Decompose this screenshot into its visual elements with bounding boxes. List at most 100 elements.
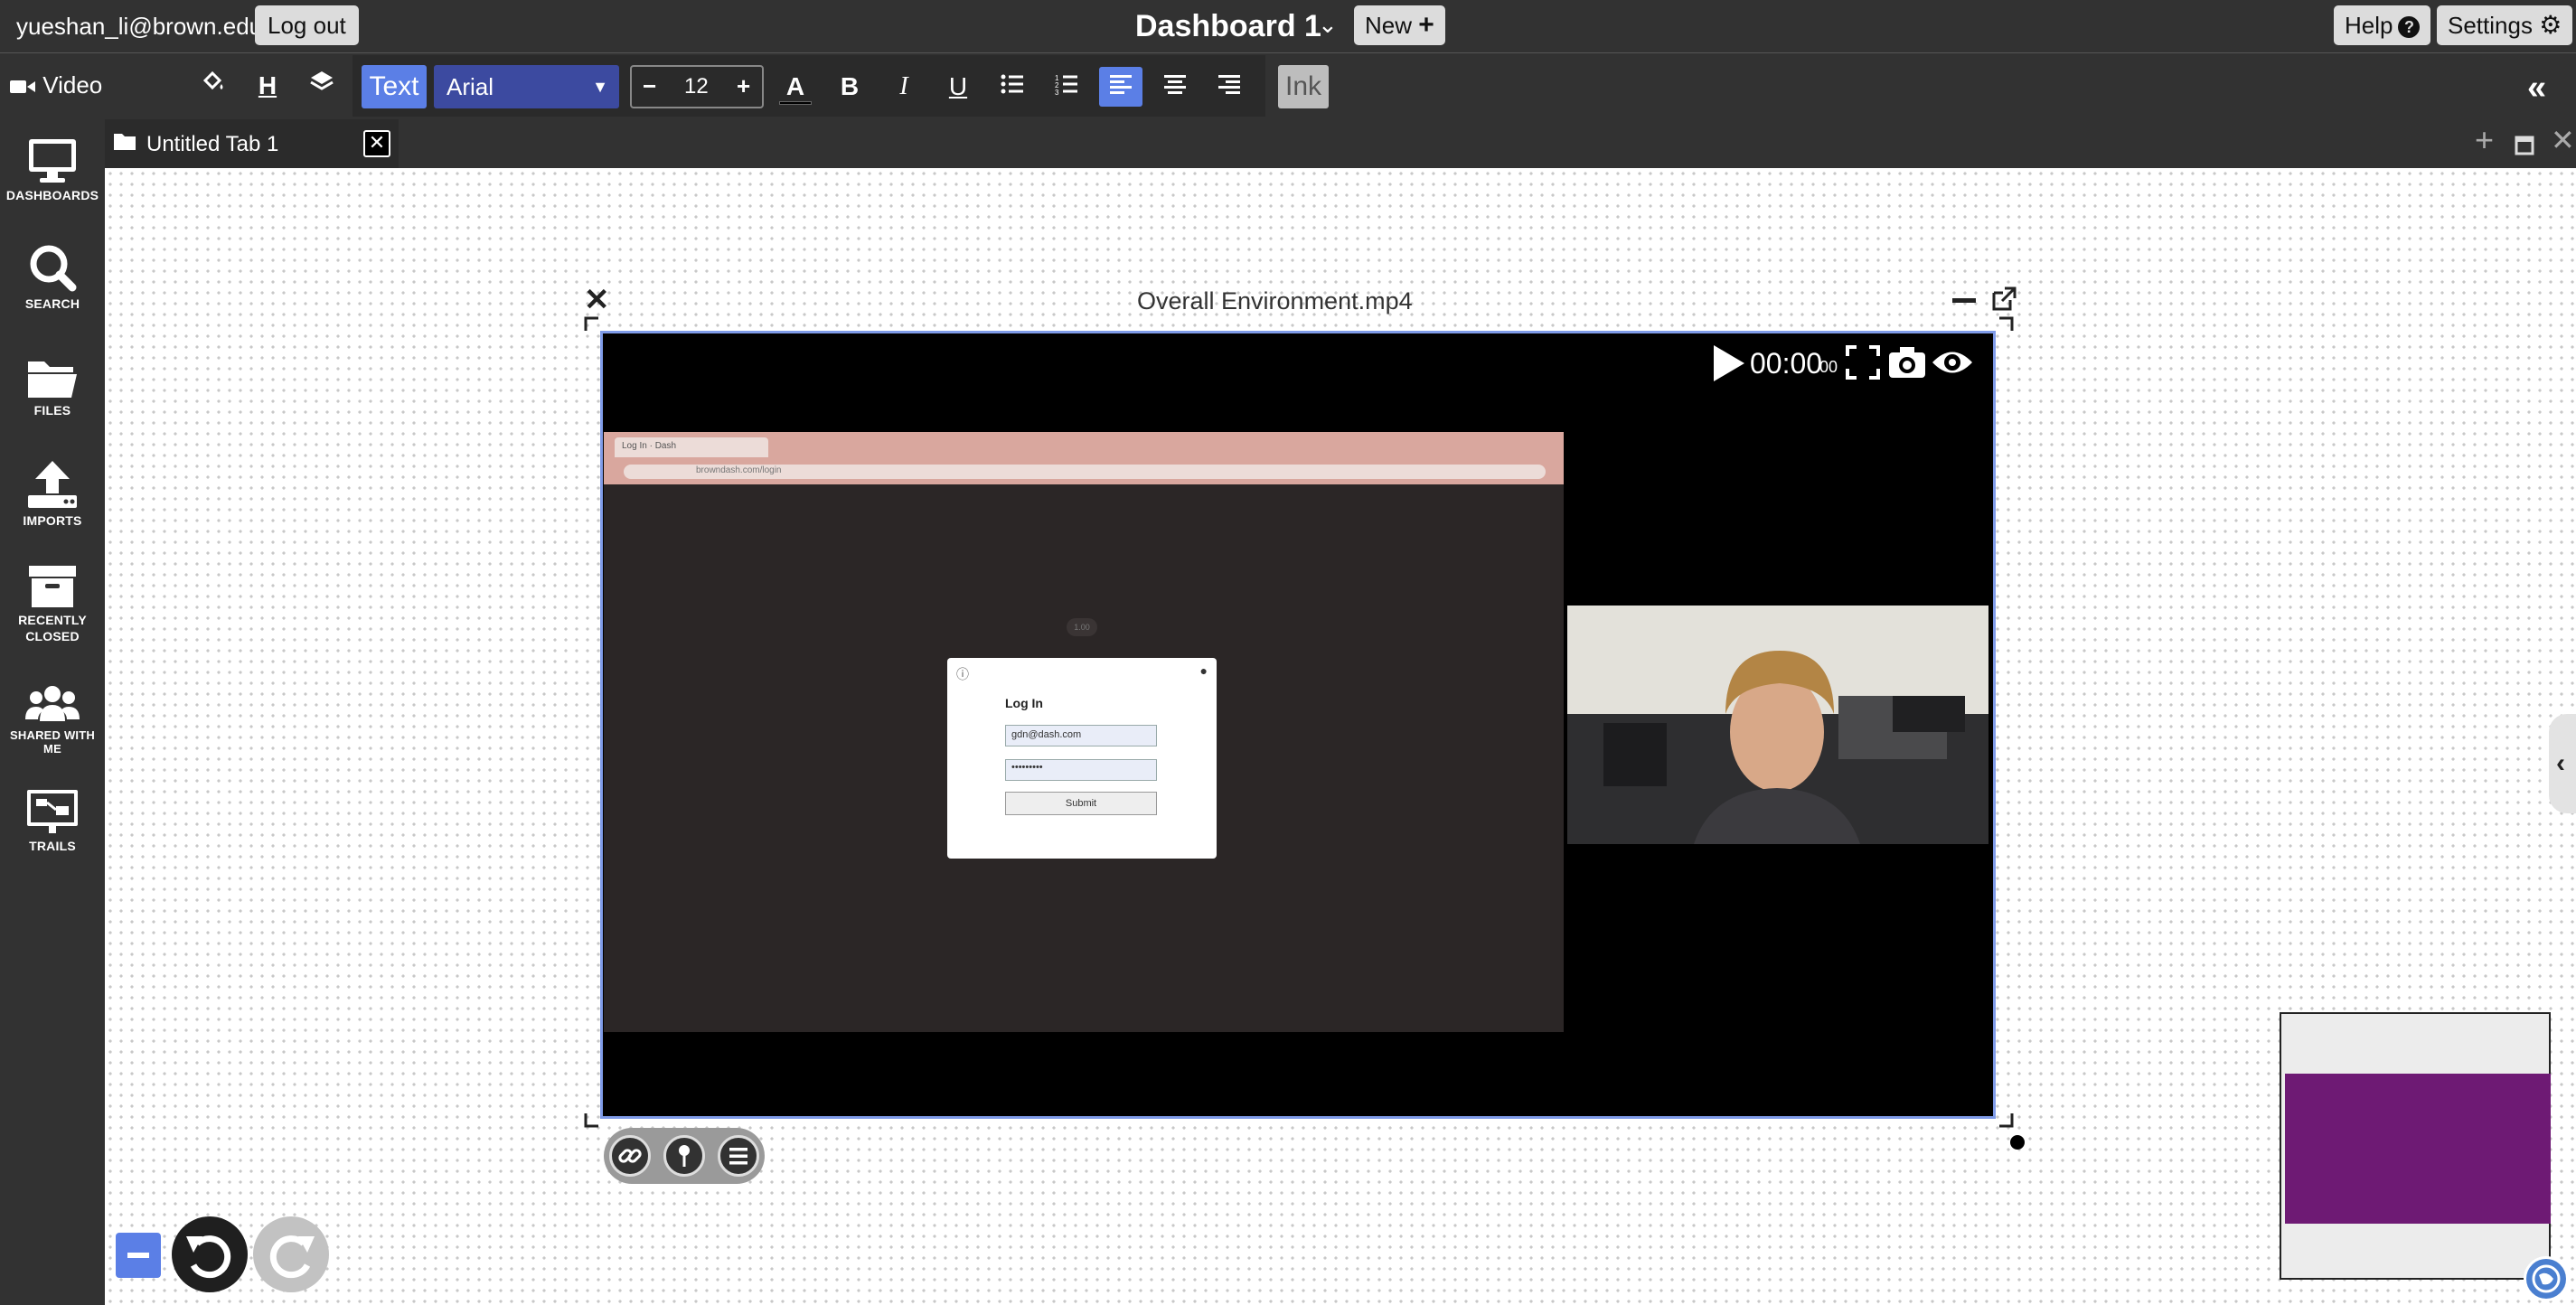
upload-icon	[28, 461, 77, 508]
question-circle-icon: ⓘ	[956, 667, 969, 681]
add-pane-icon[interactable]: +	[2475, 121, 2494, 159]
archive-icon	[29, 566, 76, 607]
double-chevron-left-icon[interactable]: «	[2527, 69, 2546, 108]
layers-icon[interactable]	[304, 68, 340, 104]
close-document-icon[interactable]: ✕	[584, 282, 610, 318]
video-camera-icon	[10, 80, 35, 94]
monitor-icon	[29, 139, 76, 183]
folder-icon	[28, 361, 77, 398]
trails-icon	[27, 790, 78, 833]
play-icon[interactable]	[1710, 343, 1746, 383]
sidebar-item-trails[interactable]: TRAILS	[0, 788, 105, 853]
open-in-new-icon[interactable]	[1990, 286, 2017, 313]
link-icon	[618, 1149, 642, 1163]
maximize-icon[interactable]	[2515, 128, 2534, 164]
sidebar-item-dashboards[interactable]: DASHBOARDS	[0, 137, 105, 202]
ink-mode-toggle[interactable]: Ink	[1278, 65, 1329, 108]
minus-icon[interactable]: −	[643, 72, 656, 100]
minimap-toggle-button[interactable]	[2524, 1256, 2569, 1301]
recorded-zoom-pill: 1.00	[1067, 618, 1097, 636]
recorded-login-title: Log In	[1005, 696, 1043, 710]
sidebar-item-label-line2: CLOSED	[25, 629, 80, 643]
recorded-url-text: browndash.com/login	[696, 465, 782, 475]
webcam-person-image	[1567, 606, 1988, 844]
globe-icon	[2532, 1264, 2561, 1293]
paint-bucket-icon[interactable]	[195, 68, 231, 104]
webcam-inset	[1567, 606, 1988, 844]
font-size-stepper[interactable]: − 12 +	[630, 65, 764, 108]
top-bar: yueshan_li@brown.edu Log out Dashboard 1…	[0, 0, 2576, 52]
recorded-submit-button: Submit	[1005, 792, 1157, 815]
align-right-icon[interactable]	[1208, 67, 1251, 107]
recorded-url-bar: browndash.com/login	[624, 465, 1546, 479]
heading-icon[interactable]: H	[249, 68, 286, 104]
user-email: yueshan_li@brown.edu	[16, 13, 263, 40]
chevron-down-icon[interactable]: ⌄	[1318, 11, 1338, 39]
settings-button[interactable]: Settings ⚙	[2437, 5, 2573, 45]
numbered-list-icon[interactable]: 123	[1045, 67, 1088, 107]
close-pane-icon[interactable]: ✕	[2551, 123, 2575, 157]
new-button[interactable]: New +	[1354, 5, 1445, 45]
sidebar-item-files[interactable]: FILES	[0, 354, 105, 418]
align-left-icon[interactable]	[1099, 67, 1142, 107]
bullet-list-icon[interactable]	[991, 67, 1034, 107]
menu-button[interactable]	[718, 1135, 759, 1177]
properties-drawer-toggle[interactable]: ‹	[2549, 714, 2576, 813]
user-icon: ●	[1199, 663, 1208, 678]
link-button[interactable]	[609, 1135, 651, 1177]
logout-button[interactable]: Log out	[255, 5, 359, 45]
pin-button[interactable]	[663, 1135, 705, 1177]
redo-button[interactable]	[253, 1216, 329, 1292]
video-mode-indicator: Video	[9, 71, 102, 99]
underline-icon[interactable]: U	[936, 67, 980, 107]
align-center-icon[interactable]	[1153, 67, 1197, 107]
minimap-viewport	[2285, 1074, 2551, 1224]
tab-untitled-1[interactable]: Untitled Tab 1 ✕	[105, 119, 399, 168]
sidebar-item-imports[interactable]: IMPORTS	[0, 459, 105, 528]
resize-handle[interactable]	[2010, 1135, 2025, 1150]
sidebar-item-search[interactable]: SEARCH	[0, 244, 105, 311]
font-size-value: 12	[684, 74, 709, 99]
close-tab-icon[interactable]: ✕	[363, 130, 390, 157]
settings-button-label: Settings	[2448, 12, 2533, 39]
fullscreen-icon[interactable]	[1846, 345, 1880, 380]
camera-icon[interactable]	[1887, 345, 1927, 380]
recorded-password-field: •••••••••	[1005, 759, 1157, 781]
hamburger-icon	[729, 1148, 747, 1165]
help-button-label: Help	[2345, 12, 2393, 39]
tab-strip: Untitled Tab 1 ✕ + ✕	[105, 117, 2576, 168]
redo-icon	[269, 1235, 315, 1279]
help-button[interactable]: Help?	[2334, 5, 2431, 45]
new-button-label: New	[1365, 12, 1413, 39]
video-time-frames: 00	[1819, 358, 1838, 376]
bold-icon[interactable]: B	[828, 67, 871, 107]
text-mode-toggle[interactable]: Text	[362, 65, 427, 108]
sidebar-item-label: TRAILS	[29, 839, 76, 853]
italic-icon[interactable]: I	[882, 67, 926, 107]
minimize-document-icon[interactable]	[1952, 298, 1976, 303]
font-family-value: Arial	[447, 73, 494, 100]
zoom-out-button[interactable]	[116, 1233, 161, 1278]
gear-icon: ⚙	[2539, 11, 2562, 39]
recorded-login-card: ⓘ ●	[947, 658, 1217, 859]
question-circle-icon: ?	[2398, 16, 2421, 39]
eye-icon[interactable]	[1931, 345, 1974, 380]
video-title: Overall Environment.mp4	[1137, 287, 1413, 315]
sidebar-item-shared[interactable]: SHARED WITH ME	[0, 683, 105, 756]
sidebar-item-label: DASHBOARDS	[5, 188, 99, 202]
recorded-email-field: gdn@dash.com	[1005, 725, 1157, 746]
font-family-select[interactable]: Arial ▼	[434, 65, 619, 108]
plus-icon[interactable]: +	[737, 72, 750, 100]
text-color-icon[interactable]: A	[774, 67, 817, 107]
users-icon	[25, 686, 80, 721]
left-sidebar: DASHBOARDS SEARCH FILES IMPORTS RECENTLY…	[0, 117, 105, 1305]
undo-icon	[186, 1235, 231, 1279]
dropdown-caret-icon: ▼	[592, 78, 608, 96]
dashboard-title[interactable]: Dashboard 1	[1135, 9, 1321, 44]
undo-button[interactable]	[172, 1216, 248, 1292]
video-mode-label: Video	[42, 71, 103, 99]
search-icon	[30, 245, 77, 292]
sidebar-item-label: RECENTLY	[18, 613, 87, 627]
sidebar-item-recently-closed[interactable]: RECENTLY CLOSED	[0, 564, 105, 643]
tab-label: Untitled Tab 1	[146, 132, 279, 156]
